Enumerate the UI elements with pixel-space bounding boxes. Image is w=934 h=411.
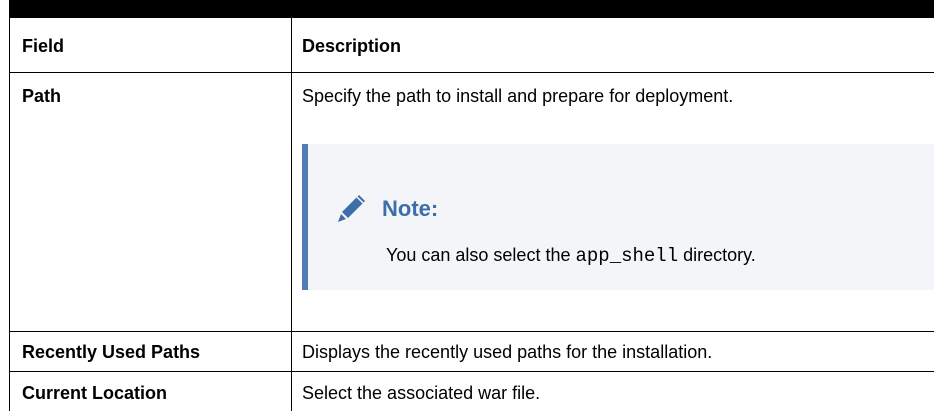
row-current-location-description: Select the associated war file. xyxy=(302,383,541,403)
table-left-border xyxy=(9,18,10,411)
row-path-field: Path xyxy=(22,86,62,106)
header-field: Field xyxy=(22,36,65,56)
row-divider xyxy=(9,331,934,332)
row-recent-paths-description: Displays the recently used paths for the… xyxy=(302,342,713,362)
header-row-divider xyxy=(9,72,934,73)
pencil-icon xyxy=(338,195,365,222)
column-divider xyxy=(291,18,292,411)
row-divider xyxy=(9,371,934,372)
row-path-description: Specify the path to install and prepare … xyxy=(302,86,734,106)
note-title: Note: xyxy=(382,196,439,221)
row-current-location-field: Current Location xyxy=(22,383,168,403)
note-text-before: You can also select the xyxy=(386,245,571,265)
note-code: app_shell xyxy=(575,245,679,267)
header-description: Description xyxy=(302,36,402,56)
row-recent-paths-field: Recently Used Paths xyxy=(22,342,201,362)
table-top-border xyxy=(9,0,934,18)
note-text: You can also select the app_shell direct… xyxy=(386,244,756,267)
note-text-after: directory. xyxy=(683,245,756,265)
